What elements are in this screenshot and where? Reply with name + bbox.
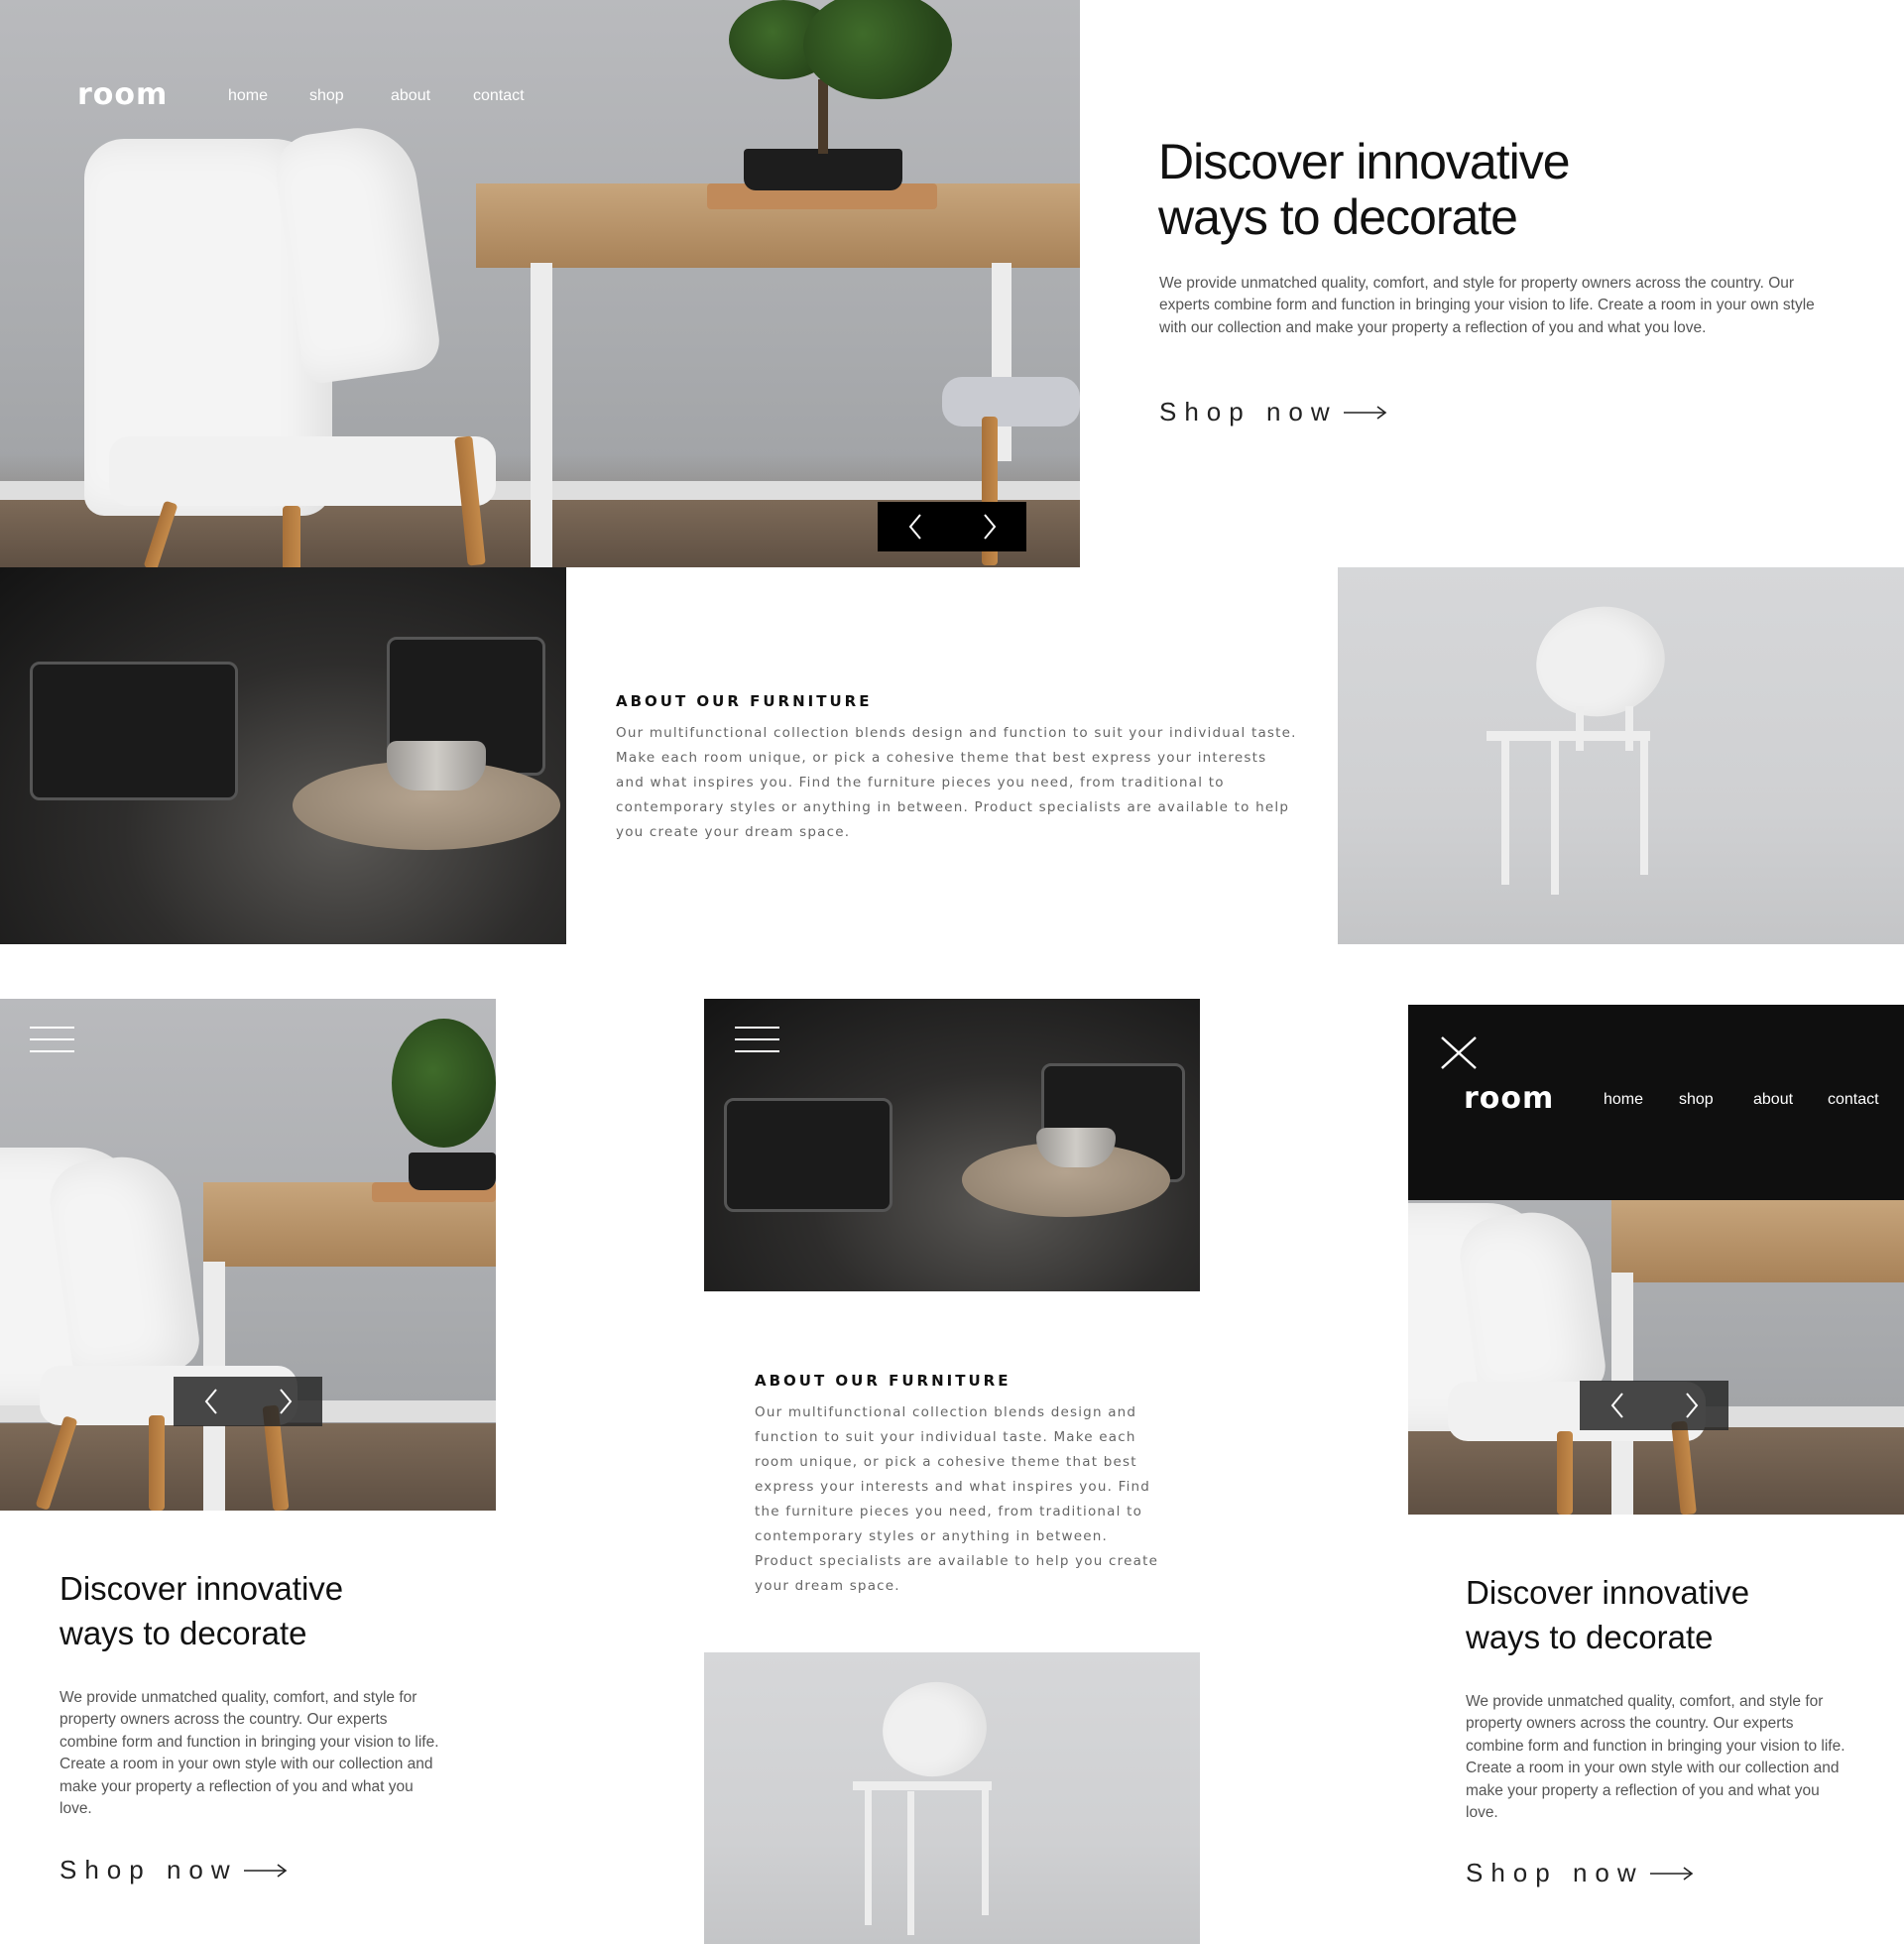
slider-next-button[interactable]: [248, 1377, 322, 1426]
arrow-right-icon: [1343, 405, 1386, 420]
about-section-title: ABOUT OUR FURNITURE: [755, 1372, 1012, 1390]
slider-prev-button[interactable]: [878, 502, 952, 551]
nav-link-home[interactable]: home: [1604, 1091, 1643, 1109]
arrow-right-icon: [243, 1863, 287, 1878]
hero-headline-line1: Discover innovative: [1466, 1574, 1750, 1611]
mobile-hero-headline: Discover innovative ways to decorate: [60, 1567, 456, 1655]
mobile-menu-hero-headline: Discover innovative ways to decorate: [1466, 1571, 1862, 1659]
shop-now-label: Shop now: [1159, 397, 1338, 426]
mobile-hero-slider-controls: [174, 1377, 322, 1426]
hero-headline-line2: ways to decorate: [1466, 1618, 1714, 1655]
nav-link-about[interactable]: about: [1753, 1091, 1793, 1109]
hero-headline-line1: Discover innovative: [1158, 134, 1571, 189]
shop-now-label: Shop now: [1466, 1858, 1644, 1887]
shop-now-link[interactable]: Shop now: [1159, 397, 1387, 427]
chevron-right-icon: [1685, 1393, 1698, 1418]
site-logo[interactable]: room: [1464, 1081, 1554, 1116]
close-icon[interactable]: [1439, 1035, 1479, 1070]
nav-link-home[interactable]: home: [228, 87, 268, 105]
mobile-hero-image: [0, 999, 496, 1511]
arrow-right-icon: [1649, 1866, 1693, 1881]
chevron-right-icon: [279, 1389, 292, 1414]
shop-now-link[interactable]: Shop now: [60, 1855, 288, 1885]
hero-description: We provide unmatched quality, comfort, a…: [1159, 275, 1815, 336]
mobile-about-image-chair: [704, 1652, 1200, 1944]
hero-headline: Discover innovative ways to decorate: [1158, 134, 1674, 245]
nav-link-contact[interactable]: contact: [1828, 1091, 1879, 1109]
chevron-left-icon: [1610, 1393, 1623, 1418]
slider-next-button[interactable]: [952, 502, 1026, 551]
about-image-chair: [1338, 567, 1904, 944]
shop-now-link[interactable]: Shop now: [1466, 1858, 1694, 1888]
about-image-lounge: [0, 567, 566, 944]
mobile-menu-slider-controls: [1580, 1381, 1728, 1430]
nav-link-shop[interactable]: shop: [1679, 1091, 1714, 1109]
hero-headline-line2: ways to decorate: [60, 1614, 307, 1651]
hero-slider-controls: [878, 502, 1026, 551]
hamburger-menu-icon[interactable]: [735, 1027, 779, 1052]
chevron-left-icon: [908, 514, 921, 540]
slider-prev-button[interactable]: [1580, 1381, 1654, 1430]
about-section-text: Our multifunctional collection blends de…: [616, 725, 1297, 840]
site-logo[interactable]: room: [77, 77, 168, 112]
chevron-left-icon: [204, 1389, 217, 1414]
hero-headline-line2: ways to decorate: [1158, 189, 1518, 245]
chevron-right-icon: [983, 514, 996, 540]
about-section-title: ABOUT OUR FURNITURE: [616, 692, 873, 710]
about-section-text: Our multifunctional collection blends de…: [755, 1404, 1159, 1594]
mobile-hero-description: We provide unmatched quality, comfort, a…: [60, 1689, 439, 1818]
slider-next-button[interactable]: [1654, 1381, 1728, 1430]
shop-now-label: Shop now: [60, 1855, 238, 1884]
hero-headline-line1: Discover innovative: [60, 1570, 344, 1607]
nav-link-contact[interactable]: contact: [473, 87, 525, 105]
mobile-menu-hero-description: We provide unmatched quality, comfort, a…: [1466, 1693, 1845, 1822]
nav-link-shop[interactable]: shop: [309, 87, 344, 105]
nav-link-about[interactable]: about: [391, 87, 430, 105]
slider-prev-button[interactable]: [174, 1377, 248, 1426]
hamburger-menu-icon[interactable]: [30, 1027, 74, 1052]
